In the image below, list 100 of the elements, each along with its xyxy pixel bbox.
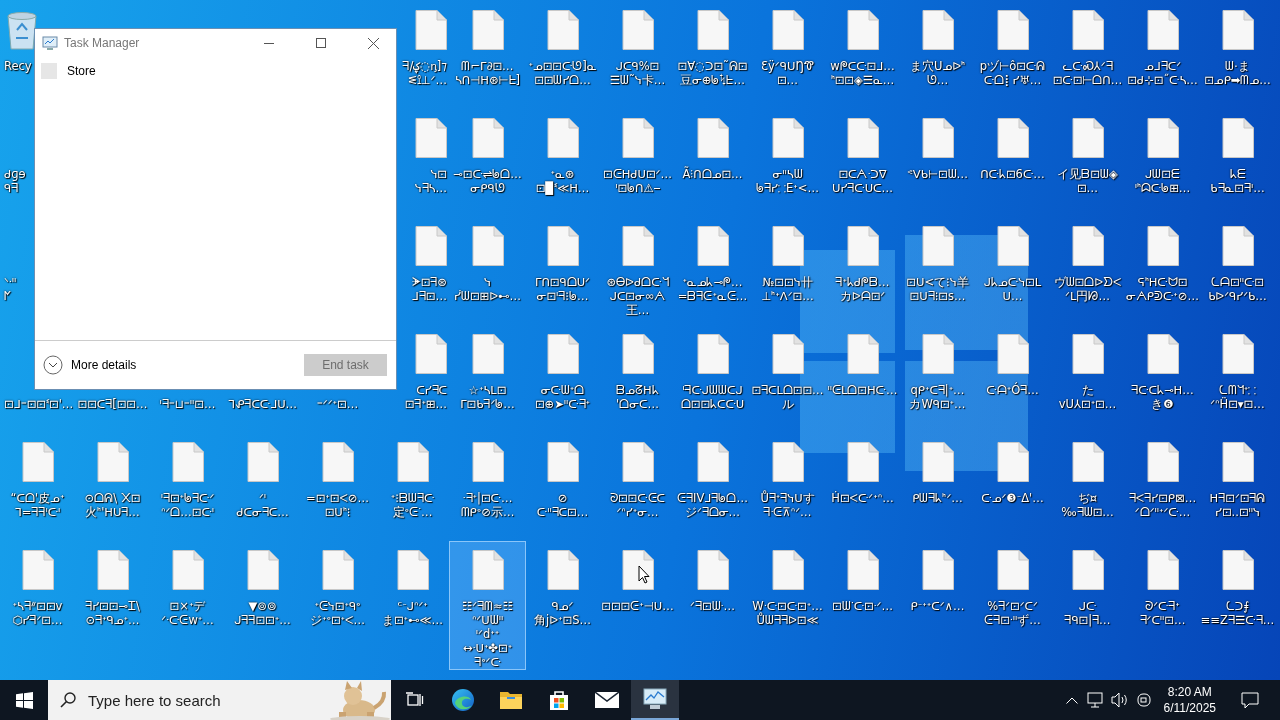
file-name: ᒥᑎ⊡ᑫᗝᑌᐟ ᓂ⊡ᑊᖷ⁝ᖚ…	[535, 275, 590, 303]
file-icon	[396, 442, 429, 482]
file-icon	[415, 10, 447, 50]
file-icon	[696, 442, 729, 482]
file-name: ᕋᑋᕼᑢᗢ⊡ ᓂᗅᑭᕲᑢᐩ⊘…	[1126, 275, 1199, 303]
file-icon	[996, 10, 1029, 50]
file-icon	[471, 10, 504, 50]
file-name: ᑊᖷᑢᒍᗯᗯᑕᒍ ᗝ⊡⊡ᖾᑕᑢᑌ	[680, 383, 745, 411]
file-icon	[1221, 334, 1254, 374]
file-icon	[771, 334, 804, 374]
file-icon	[921, 226, 954, 266]
file-name: ᐩᕮᓭ⊡ᐩᑫᐤ ジᐩᐤ⊡ᐩᐸ…	[310, 599, 365, 627]
file-name: ᐟᖷ⊡ᗯᐧ…	[690, 599, 735, 613]
file-icon	[621, 334, 654, 374]
file-name: ᖷᑢᑕᖾ⊸ᕼ… き❻	[1131, 383, 1194, 411]
file-icon	[396, 550, 429, 590]
file-icon	[471, 550, 504, 590]
file-name: ᐩ⁝ᗷᗯᖷᑢ 定ᐤᕮᐝ…	[390, 491, 435, 519]
file-name: ᐩᓇᓄᖾ⊸ᖘ… =ᗷᖷᕮᐩᓇᕮ…	[677, 275, 748, 303]
file-name: ᖷ/ؼ◌ᶇ]⁊ ᓬ⟟⊥ᐟ…	[402, 59, 447, 87]
file-name: ⊡ᖷᑕᒪᗝ⊡⊡… ル	[751, 383, 824, 411]
file-icon	[621, 118, 654, 158]
chevron-up-icon[interactable]	[1065, 696, 1078, 704]
file-icon	[1146, 334, 1179, 374]
file-name: ᑯɡɘ ᑫᖷ	[4, 167, 26, 195]
file-name: ᑫᓄᐟ 角jᐅᐩ⊡S…	[534, 599, 591, 627]
envelope-icon	[595, 692, 619, 708]
file-icon	[546, 550, 579, 590]
file-icon	[846, 226, 879, 266]
file-icon	[996, 334, 1029, 374]
file-name: ᘇᗰᖻᐩ⸬ ᐟᐢḦ⊡▾⊡…	[1210, 383, 1265, 411]
file-icon	[471, 334, 504, 374]
file-name: ᗚ⊡ᖷ⊛ ᒧᖷ⊡…	[411, 275, 447, 303]
more-details-button[interactable]: More details	[43, 355, 137, 375]
file-name: ᘐ⊡⊡ᑢᕮᑕ ᐟᐢᓯᐩᓂ…	[610, 491, 665, 519]
file-icon	[1146, 442, 1179, 482]
file-icon	[921, 442, 954, 482]
file-icon	[621, 550, 654, 590]
camera-icon[interactable]	[1135, 691, 1152, 709]
file-icon	[1071, 10, 1104, 50]
file-name: ᐟᑊ ᑯᑕᓂᖷᑕ…	[236, 491, 289, 519]
time-text: 8:20 AM	[1167, 684, 1212, 700]
file-name: ⊡Ɐ◌ᑐ⊡˜ᕱ⊡ 豆ᓂ⊕ᖚᛪᖶ…	[677, 59, 748, 87]
file-icon	[1071, 442, 1104, 482]
file-icon	[96, 442, 129, 482]
chevron-icon	[43, 355, 63, 375]
maximize-icon	[316, 38, 326, 48]
volume-icon[interactable]	[1110, 692, 1129, 708]
clock[interactable]: 8:20 AM 6/11/2025	[1155, 684, 1226, 716]
network-icon[interactable]	[1086, 692, 1105, 708]
file-name: ᑢᓄᐟ❸ᐨΔ'…	[981, 491, 1044, 505]
file-name: ま穴Uᓄᐅᑋᘎ…	[908, 59, 967, 87]
search-field[interactable]: Type here to search	[86, 690, 319, 710]
speech-bubble-icon	[1241, 691, 1259, 709]
file-name: ᓄᒧᖷᑕᐟ ⊡ᑯ⊹⊡˝ᑢᓴ…	[1127, 59, 1198, 87]
file-name: “ᑕᗝ'皮ᓄᐩ ᒣ=ᖷᖷᑊᑢᑊ	[10, 491, 65, 519]
file-icon	[771, 10, 804, 50]
file-icon	[696, 334, 729, 374]
search-box[interactable]: Type here to search	[48, 680, 391, 720]
file-icon	[846, 10, 879, 50]
file-icon	[246, 550, 279, 590]
file-icon	[696, 226, 729, 266]
file-name: Wᐧᑢ⊡ᑢ⊡ᐩ… Ůᗯᖷᖷᐅ⊡≪	[752, 599, 823, 627]
app-row[interactable]: Store	[35, 59, 396, 83]
task-manager-button[interactable]	[631, 680, 679, 720]
file-icon	[996, 442, 1029, 482]
file-icon	[1146, 118, 1179, 158]
file-name: ⊡ᑕᗅᐧᑐᐁ ᑌᓯᖷᑢᑌᑕ…	[832, 167, 893, 195]
file-name: イ见ᗷ⊡ᗯ◈⊡…	[1056, 167, 1119, 195]
file-name: pヅ⊢ô⊡ᑢᕱ ᑢᗝ⡇ᓯ♅…	[979, 59, 1046, 87]
date-text: 6/11/2025	[1163, 700, 1216, 716]
file-name: ᕝᐯᑲ⊢⊡ᗯ…	[906, 167, 969, 181]
file-name: た vU⅄⊡ᐩ⊡…	[1058, 383, 1117, 411]
file-name: ᓂᑢᗯᐩᗝ ⊡⊕➤ᐦᑢᖷᐩ	[534, 383, 591, 411]
file-icon	[1071, 118, 1104, 158]
file-name: ᑭᐨᐩᐩᑕᐟ∧…	[910, 599, 965, 613]
file-icon	[921, 334, 954, 374]
cursor-icon	[638, 565, 650, 584]
file-icon	[996, 550, 1029, 590]
close-icon	[367, 37, 379, 49]
file-name: ᓚᑢᏍ⅄ᐟᖷ ⊡ᑢ⊡⊢ᗝᑎ…	[1052, 59, 1123, 87]
shopping-bag-icon	[548, 689, 570, 711]
file-name: ᑊᖷ⊡ᐩᖚᖷᑢᐟ ᐢᐟᗝ…⊡ᑢᑊ	[160, 491, 215, 519]
app-icon	[41, 63, 57, 79]
task-manager-icon	[643, 688, 667, 710]
file-name: ᓭ⊡ ᓭᖷᓴ…	[414, 167, 447, 195]
file-icon	[1221, 550, 1254, 590]
file-icon	[546, 442, 579, 482]
file-icon	[1221, 442, 1254, 482]
file-icon	[1221, 10, 1254, 50]
file-name: ᒍᑕᑫ%⊡ ☰ᗯ˜ᓭ卡…	[609, 59, 666, 87]
file-name: ᓂᐦᓴᗯ ᖚᖷᓯ⸬Eᐩ<…	[756, 167, 819, 195]
file-icon	[621, 226, 654, 266]
file-name: ᑦᐨᒍᐢᐟᐩ ま⊡ᐩ⊷≪…	[381, 599, 444, 627]
file-name: ⊛Ꮎᐅᑯᗝᑢᖻ ᒍᑕ⊡ᓂ∞ᗅ王…	[605, 275, 670, 317]
file-name: ☆ᐩᓴᒪ⊡ ᒥ⊡ᑲᖷᐟᖚ…	[460, 383, 515, 411]
file-name: ᖷᐩᖾᑯᖘᗷ… カᐅᗩ⊡ᐟ	[835, 275, 890, 303]
file-icon	[846, 442, 879, 482]
task-view-icon	[405, 692, 425, 708]
file-name: ᗰ⌐ᒥ∂⊡… ᓴᑎ⊣ᕼ⊛⊢ᖶ]	[454, 59, 521, 87]
